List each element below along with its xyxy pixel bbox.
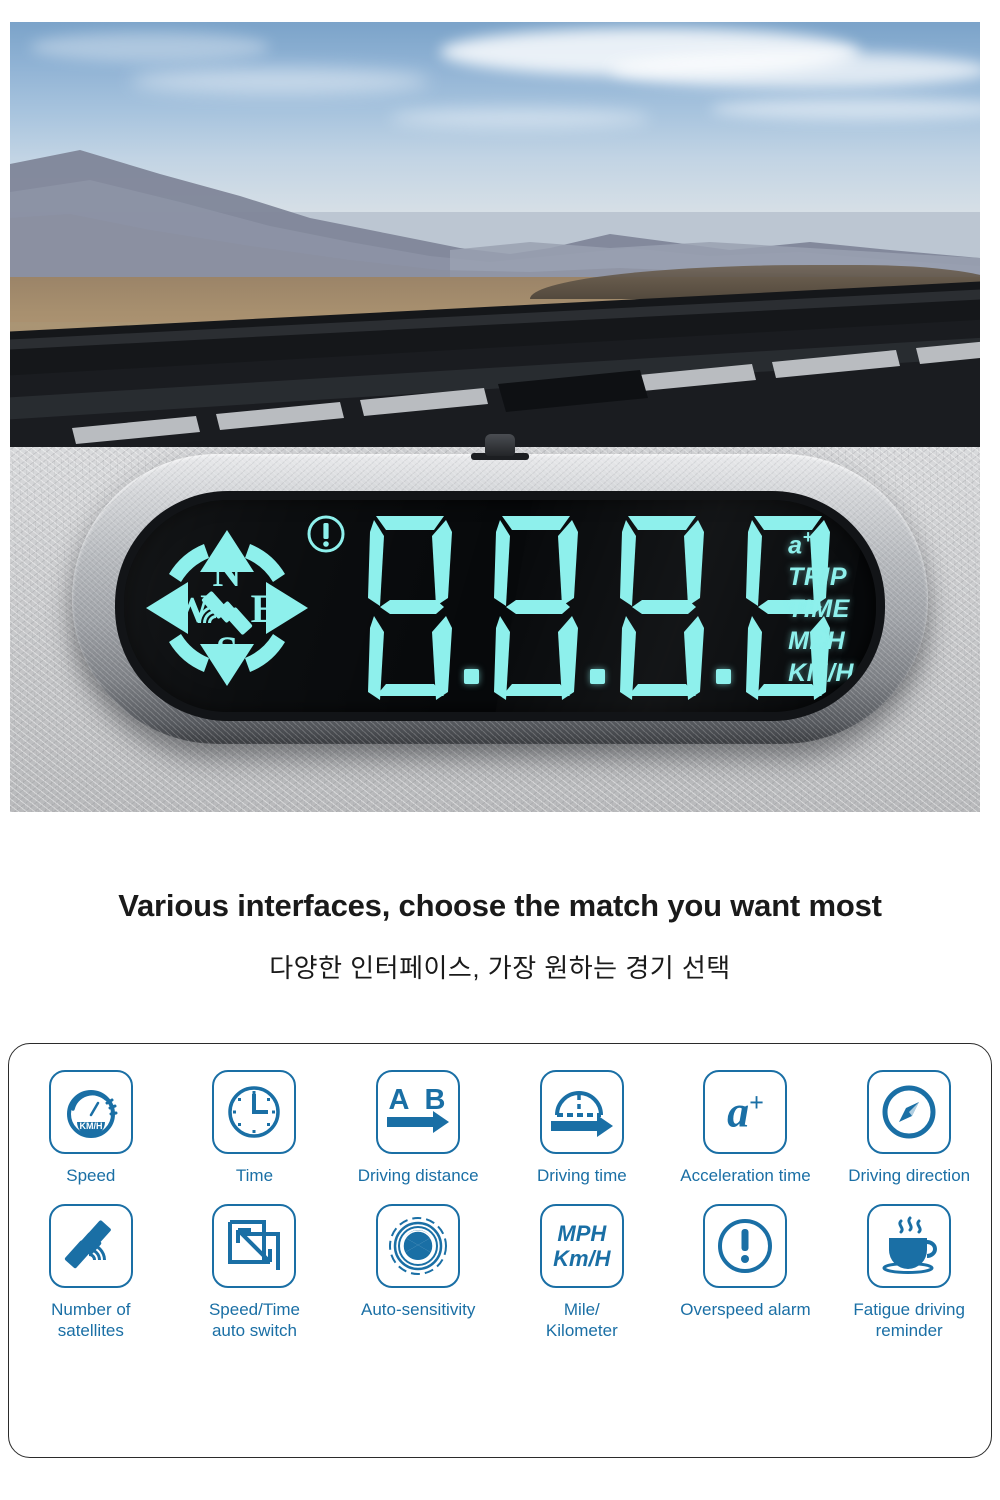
unit-label-kmh: KM/H [788,659,854,688]
feature-label: Driving direction [848,1166,971,1185]
seven-segment-digit [608,510,716,706]
unit-glyph-kmh: Km/H [553,1246,611,1271]
svg-text:A: A [389,1084,410,1116]
coffee-cup-icon [867,1204,952,1288]
feature-label: Number of satellites [51,1300,131,1340]
compass-display-icon: N W E S [142,524,312,692]
feature-item-driving-distance: A B Driving distance [336,1070,500,1186]
feature-panel: KM/H Speed Time A B Driving distance Dri… [8,1043,992,1458]
unit-label-trip: TRIP [788,563,848,592]
feature-label: Driving distance [357,1166,479,1185]
acceleration-icon: a+ [703,1070,788,1154]
compass-south-label: S [216,628,238,673]
clock-icon [212,1070,297,1154]
unit-glyph: MPH Km/H [553,1221,610,1271]
overspeed-warning-display-icon [306,514,346,554]
device-mount [471,434,529,460]
decimal-point [464,510,482,706]
hud-display-screen: N W E S a+ TRIP TIME MPH KM/H [124,500,876,712]
mph-kmh-icon: MPH Km/H [539,1204,624,1288]
feature-label: Speed [66,1166,116,1185]
cloud-shape [710,98,980,120]
feature-label: Auto-sensitivity [361,1300,476,1319]
svg-text:KM/H: KM/H [79,1121,102,1131]
unit-label-acceleration: a+ [788,527,814,560]
feature-label: Driving time [536,1166,627,1185]
compass-east-label: E [251,586,278,631]
exclamation-circle-icon [703,1204,788,1288]
decimal-point [716,510,734,706]
svg-text:B: B [425,1084,446,1116]
seven-segment-digit [356,510,464,706]
feature-label: Fatigue driving reminder [853,1300,965,1340]
feature-item-driving-direction: Driving direction [827,1070,991,1186]
feature-item-overspeed-alarm: Overspeed alarm [664,1204,828,1341]
cloud-shape [30,32,270,62]
feature-label: Speed/Time auto switch [208,1300,300,1340]
acceleration-glyph: a+ [727,1087,764,1137]
feature-item-auto-switch: Speed/Time auto switch [173,1204,337,1341]
speedometer-icon: KM/H [48,1070,133,1154]
resize-switch-icon [212,1204,297,1288]
compass-west-label: W [170,586,210,631]
gauge-arrow-icon [539,1070,624,1154]
unit-label-mph: MPH [788,627,846,656]
compass-north-label: N [213,550,242,595]
page-title: Various interfaces, choose the match you… [118,888,882,923]
decimal-point [590,510,608,706]
feature-label: Mile/ Kilometer [545,1300,618,1340]
display-unit-labels: a+ TRIP TIME MPH KM/H [788,522,854,689]
feature-item-driving-time: Driving time [500,1070,664,1186]
feature-label: Acceleration time [680,1166,811,1185]
feature-item-mile-kilometer: MPH Km/H Mile/ Kilometer [500,1204,664,1341]
feature-label: Overspeed alarm [680,1300,811,1319]
hud-device: N W E S a+ TRIP TIME MPH KM/H [72,434,928,744]
page-subtitle: 다양한 인터페이스, 가장 원하는 경기 선택 [269,953,731,983]
satellite-icon [48,1204,133,1288]
aperture-icon [376,1204,461,1288]
feature-item-auto-sensitivity: Auto-sensitivity [336,1204,500,1341]
cloud-shape [130,68,430,94]
feature-label: Time [235,1166,274,1185]
cloud-shape [610,52,980,88]
feature-item-acceleration-time: a+ Acceleration time [664,1070,828,1186]
seven-segment-digit [482,510,590,706]
feature-grid: KM/H Speed Time A B Driving distance Dri… [9,1070,991,1341]
a-to-b-arrow-icon: A B [376,1070,461,1154]
unit-glyph-mph: MPH [557,1221,607,1246]
hero-product-photo: N W E S a+ TRIP TIME MPH KM/H [10,22,980,812]
unit-label-time: TIME [788,595,850,624]
feature-item-speed: KM/H Speed [9,1070,173,1186]
seven-segment-readout [356,510,842,706]
feature-item-time: Time [173,1070,337,1186]
feature-item-satellites: Number of satellites [9,1204,173,1341]
compass-icon [867,1070,952,1154]
feature-item-fatigue-reminder: Fatigue driving reminder [827,1204,991,1341]
